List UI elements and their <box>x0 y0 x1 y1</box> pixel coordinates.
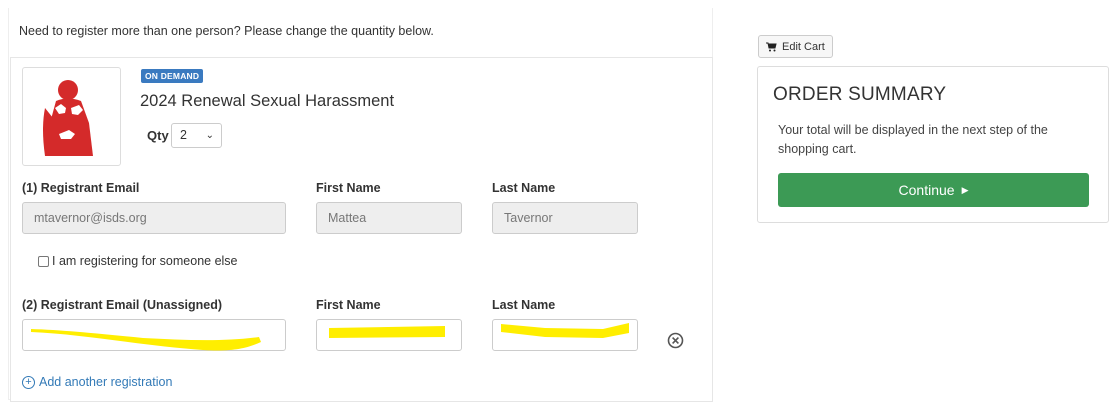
registrant-2-last-name-label: Last Name <box>492 298 556 312</box>
registrant-1-email-label: (1) Registrant Email <box>22 181 140 195</box>
order-summary-text: Your total will be displayed in the next… <box>778 123 1048 156</box>
add-registration-label: Add another registration <box>39 375 173 389</box>
quantity-select[interactable]: 2 ⌄ <box>171 123 222 148</box>
quantity-notice: Need to register more than one person? P… <box>19 24 434 38</box>
someone-else-checkbox[interactable] <box>38 255 49 267</box>
qty-label: Qty <box>147 128 169 143</box>
registrant-1-email-field[interactable]: mtavernor@isds.org <box>22 202 286 234</box>
someone-else-checkbox-row[interactable]: I am registering for someone else <box>38 254 238 268</box>
edit-cart-label: Edit Cart <box>782 40 825 53</box>
caret-right-icon: ▶ <box>961 184 969 195</box>
continue-label: Continue <box>898 182 955 198</box>
edit-cart-button[interactable]: Edit Cart <box>758 35 833 58</box>
registrant-2-first-name-label: First Name <box>316 298 381 312</box>
plus-circle-icon: + <box>22 375 35 389</box>
registrant-1-first-name-field[interactable]: Mattea <box>316 202 462 234</box>
person-hands-icon <box>43 80 93 156</box>
someone-else-label: I am registering for someone else <box>52 254 238 268</box>
chevron-down-icon: ⌄ <box>205 130 214 141</box>
course-thumbnail <box>22 67 121 166</box>
registrant-2-first-name-field[interactable] <box>316 319 462 351</box>
registrant-1-last-name-label: Last Name <box>492 181 556 195</box>
quantity-value: 2 <box>180 128 187 142</box>
continue-button[interactable]: Continue ▶ <box>778 173 1089 207</box>
order-summary-title: ORDER SUMMARY <box>773 84 947 105</box>
registrant-2-email-field[interactable] <box>22 319 286 351</box>
course-title: 2024 Renewal Sexual Harassment <box>140 92 395 110</box>
redaction-mark <box>31 329 261 351</box>
redaction-mark <box>501 323 629 338</box>
registrant-1-last-name-field[interactable]: Tavernor <box>492 202 638 234</box>
redaction-mark <box>329 326 445 338</box>
registrant-2-email-label: (2) Registrant Email (Unassigned) <box>22 298 223 312</box>
registrant-2-last-name-field[interactable] <box>492 319 638 351</box>
shopping-cart-icon <box>766 42 777 51</box>
registrant-1-first-name-label: First Name <box>316 181 381 195</box>
remove-registration-icon[interactable] <box>667 332 684 349</box>
on-demand-badge: ON DEMAND <box>141 69 204 83</box>
add-registration-link[interactable]: + Add another registration <box>22 375 172 389</box>
